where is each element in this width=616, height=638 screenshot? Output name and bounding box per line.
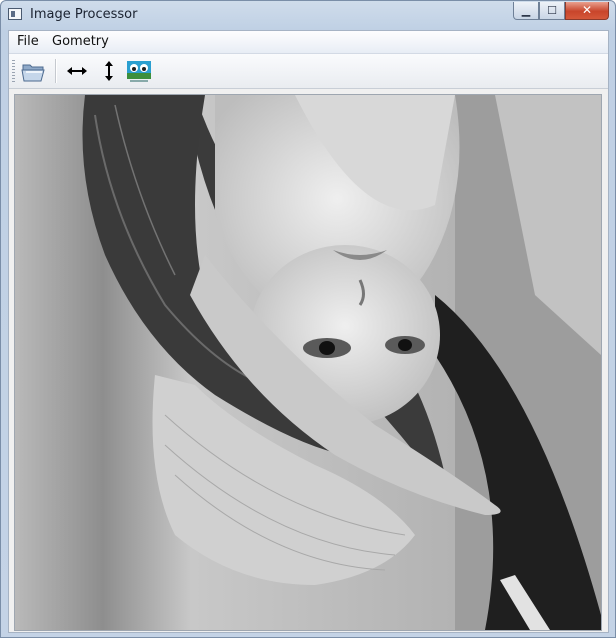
app-window: Image Processor ▁ ☐ ✕ File Gometry: [0, 0, 616, 638]
flip-vertical-icon: [105, 61, 113, 81]
title-bar[interactable]: Image Processor ▁ ☐ ✕: [1, 1, 615, 29]
maximize-button[interactable]: ☐: [539, 2, 565, 20]
flip-vertical-button[interactable]: [95, 57, 123, 85]
menu-bar: File Gometry: [9, 31, 608, 54]
close-icon: ✕: [581, 3, 593, 17]
image-canvas[interactable]: [14, 94, 602, 631]
open-folder-icon: [21, 64, 45, 82]
minimize-button[interactable]: ▁: [513, 2, 539, 20]
close-button[interactable]: ✕: [565, 2, 609, 20]
menu-file[interactable]: File: [17, 34, 39, 49]
image-effects-icon: [127, 61, 151, 82]
flip-horizontal-button[interactable]: [63, 57, 91, 85]
open-button[interactable]: [20, 57, 48, 85]
minimize-icon: ▁: [521, 4, 531, 17]
portrait-photo: [15, 95, 601, 630]
window-controls: ▁ ☐ ✕: [513, 2, 609, 20]
app-icon: [8, 8, 22, 20]
window-title: Image Processor: [30, 7, 138, 22]
menu-geometry[interactable]: Gometry: [52, 34, 109, 49]
client-area: File Gometry: [8, 30, 609, 633]
toolbar: [9, 54, 608, 89]
toolbar-grip[interactable]: [12, 60, 15, 82]
flip-horizontal-icon: [67, 67, 87, 75]
maximize-icon: ☐: [547, 4, 557, 17]
toolbar-separator: [55, 59, 57, 83]
effects-button[interactable]: [125, 57, 153, 85]
